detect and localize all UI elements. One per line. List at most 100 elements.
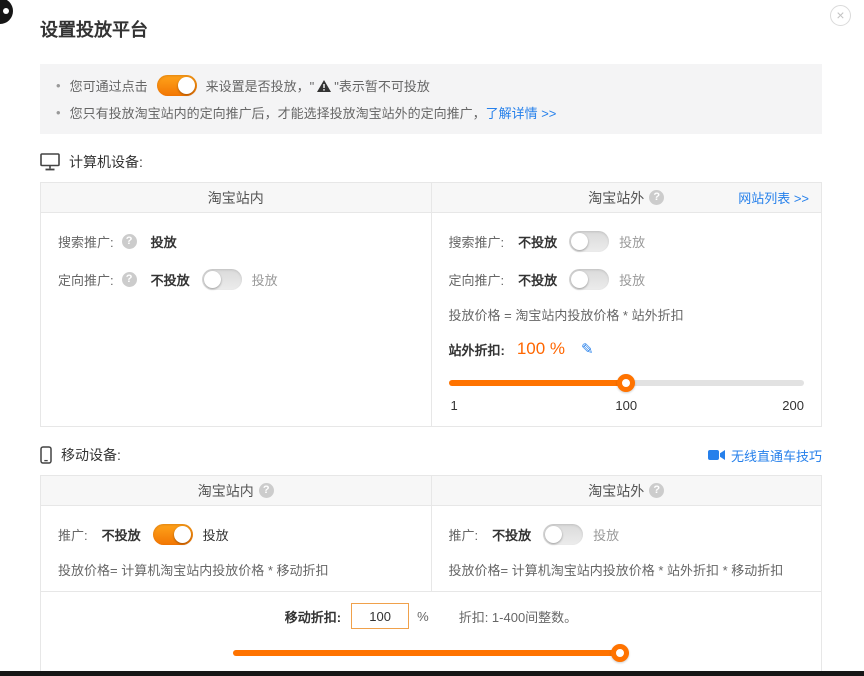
computer-onsite-header-label: 淘宝站内	[208, 188, 264, 208]
warning-icon	[317, 80, 331, 92]
close-button[interactable]: ×	[830, 5, 851, 26]
help-icon[interactable]: ?	[259, 483, 274, 498]
computer-onsite-header-cell: 淘宝站内	[41, 183, 432, 212]
mobile-table: 淘宝站内 ? 淘宝站外 ? 推广: 不投放 投放 投放价格= 计算机淘宝站内投	[40, 475, 822, 676]
computer-offsite-header-label: 淘宝站外	[588, 188, 644, 208]
mobile-discount-label: 移动折扣:	[285, 607, 341, 626]
learn-more-link[interactable]: 了解详情 >>	[486, 103, 557, 122]
help-icon[interactable]: ?	[122, 272, 137, 287]
slider-max-label: 200	[782, 398, 804, 413]
demo-toggle[interactable]	[157, 75, 197, 96]
promo-label: 推广:	[58, 525, 88, 544]
promo-off-label: 不投放	[102, 525, 141, 544]
mobile-offsite-header-cell: 淘宝站外 ?	[432, 476, 822, 505]
slider-mid-label: 100	[615, 398, 637, 413]
computer-onsite-cell: 搜索推广: ? 投放 定向推广: ? 不投放 投放	[41, 213, 432, 426]
computer-table: 淘宝站内 淘宝站外 ? 网站列表 >> 搜索推广: ? 投放 定向推广:	[40, 182, 822, 427]
slider-thumb[interactable]	[617, 374, 635, 392]
computer-offsite-target-toggle[interactable]	[569, 269, 609, 290]
mobile-onsite-header-cell: 淘宝站内 ?	[41, 476, 432, 505]
notice-line-1: • 您可通过点击 来设置是否投放，" "表示暂不可投放	[56, 72, 806, 99]
mobile-onsite-promo-row: 推广: 不投放 投放	[58, 522, 414, 546]
notice-box: • 您可通过点击 来设置是否投放，" "表示暂不可投放 • 您只有投放淘宝站内的…	[40, 64, 822, 134]
toggle-knob	[178, 77, 195, 94]
offsite-discount-value: 100 %	[517, 339, 565, 359]
computer-section-title: 计算机设备:	[69, 152, 143, 172]
toggle-knob	[571, 271, 588, 288]
toggle-knob	[174, 526, 191, 543]
promo-on-label: 投放	[203, 525, 229, 544]
notice-text: "表示暂不可投放	[334, 76, 430, 95]
bullet-icon: •	[56, 78, 61, 93]
toggle-knob	[204, 271, 221, 288]
target-off-label: 不投放	[518, 270, 557, 289]
notice-line-2: • 您只有投放淘宝站内的定向推广后，才能选择投放淘宝站外的定向推广， 了解详情 …	[56, 99, 806, 126]
page-title: 设置投放平台	[40, 16, 822, 42]
toggle-knob	[545, 526, 562, 543]
slider-thumb[interactable]	[611, 644, 629, 662]
slider-fill	[233, 650, 629, 656]
computer-onsite-target-row: 定向推广: ? 不投放 投放	[58, 267, 414, 291]
mobile-discount-slider[interactable]	[233, 643, 629, 663]
mobile-offsite-price-formula: 投放价格= 计算机淘宝站内投放价格 * 站外折扣 * 移动折扣	[449, 560, 805, 579]
computer-offsite-search-toggle[interactable]	[569, 231, 609, 252]
phone-icon	[40, 446, 52, 464]
notice-text: 您可通过点击	[70, 76, 148, 95]
mobile-onsite-price-formula: 投放价格= 计算机淘宝站内投放价格 * 移动折扣	[58, 560, 414, 579]
target-on-label: 投放	[252, 270, 278, 289]
notice-text: 来设置是否投放，"	[206, 76, 315, 95]
mobile-discount-footer: 移动折扣: % 折扣: 1-400间整数。 1 200 400	[41, 591, 821, 676]
bullet-icon: •	[56, 105, 61, 120]
target-on-label: 投放	[619, 270, 645, 289]
offsite-discount-label: 站外折扣:	[449, 340, 505, 359]
mobile-onsite-cell: 推广: 不投放 投放 投放价格= 计算机淘宝站内投放价格 * 移动折扣	[41, 506, 432, 591]
help-icon[interactable]: ?	[122, 234, 137, 249]
promo-label: 推广:	[449, 525, 479, 544]
computer-icon	[40, 153, 60, 171]
mobile-section-header: 移动设备: 无线直通车技巧	[40, 445, 822, 465]
search-on-label: 投放	[619, 232, 645, 251]
promo-off-label: 不投放	[492, 525, 531, 544]
computer-offsite-cell: 搜索推广: 不投放 投放 定向推广: 不投放 投放 投放价格 = 淘宝站内投放价…	[432, 213, 822, 426]
offsite-discount-row: 站外折扣: 100 % ✎	[449, 339, 805, 359]
notice-text: 您只有投放淘宝站内的定向推广后，才能选择投放淘宝站外的定向推广，	[70, 103, 486, 122]
toggle-knob	[571, 233, 588, 250]
computer-section-header: 计算机设备:	[40, 152, 822, 172]
slider-fill	[449, 380, 627, 386]
mobile-offsite-header-label: 淘宝站外	[588, 481, 644, 501]
promo-on-label: 投放	[593, 525, 619, 544]
percent-sign: %	[417, 609, 429, 624]
mobile-offsite-cell: 推广: 不投放 投放 投放价格= 计算机淘宝站内投放价格 * 站外折扣 * 移动…	[432, 506, 822, 591]
computer-offsite-header-cell: 淘宝站外 ? 网站列表 >>	[432, 183, 822, 212]
mobile-table-header: 淘宝站内 ? 淘宝站外 ?	[41, 476, 821, 506]
mobile-onsite-promo-toggle[interactable]	[153, 524, 193, 545]
edit-discount-icon[interactable]: ✎	[581, 340, 594, 358]
search-promo-value: 投放	[151, 232, 177, 251]
search-off-label: 不投放	[518, 232, 557, 251]
computer-offsite-target-row: 定向推广: 不投放 投放	[449, 267, 805, 291]
help-icon[interactable]: ?	[649, 190, 664, 205]
video-camera-icon	[708, 449, 725, 461]
computer-onsite-target-toggle[interactable]	[202, 269, 242, 290]
mobile-offsite-promo-toggle[interactable]	[543, 524, 583, 545]
mobile-section-title: 移动设备:	[61, 445, 121, 465]
computer-onsite-search-row: 搜索推广: ? 投放	[58, 229, 414, 253]
mobile-offsite-promo-row: 推广: 不投放 投放	[449, 522, 805, 546]
site-list-link[interactable]: 网站列表 >>	[738, 188, 809, 207]
set-delivery-platform-modal: × 设置投放平台 • 您可通过点击 来设置是否投放，" "表示暂不可投放 • 您…	[0, 0, 864, 676]
offsite-price-formula: 投放价格 = 淘宝站内投放价格 * 站外折扣	[449, 305, 805, 324]
target-off-label: 不投放	[151, 270, 190, 289]
mobile-discount-hint: 折扣: 1-400间整数。	[459, 607, 577, 626]
computer-table-header: 淘宝站内 淘宝站外 ? 网站列表 >>	[41, 183, 821, 213]
mobile-discount-row: 移动折扣: % 折扣: 1-400间整数。	[41, 603, 821, 629]
mobile-discount-input[interactable]	[351, 603, 409, 629]
offsite-discount-slider[interactable]	[449, 373, 805, 393]
search-promo-label: 搜索推广:	[449, 232, 505, 251]
help-icon[interactable]: ?	[649, 483, 664, 498]
target-promo-label: 定向推广:	[449, 270, 505, 289]
wireless-tips-link[interactable]: 无线直通车技巧	[731, 446, 822, 465]
cropped-page-bottom-bar	[0, 671, 864, 676]
computer-offsite-search-row: 搜索推广: 不投放 投放	[449, 229, 805, 253]
close-icon: ×	[836, 7, 844, 23]
offsite-slider-labels: 1 100 200	[449, 398, 805, 414]
